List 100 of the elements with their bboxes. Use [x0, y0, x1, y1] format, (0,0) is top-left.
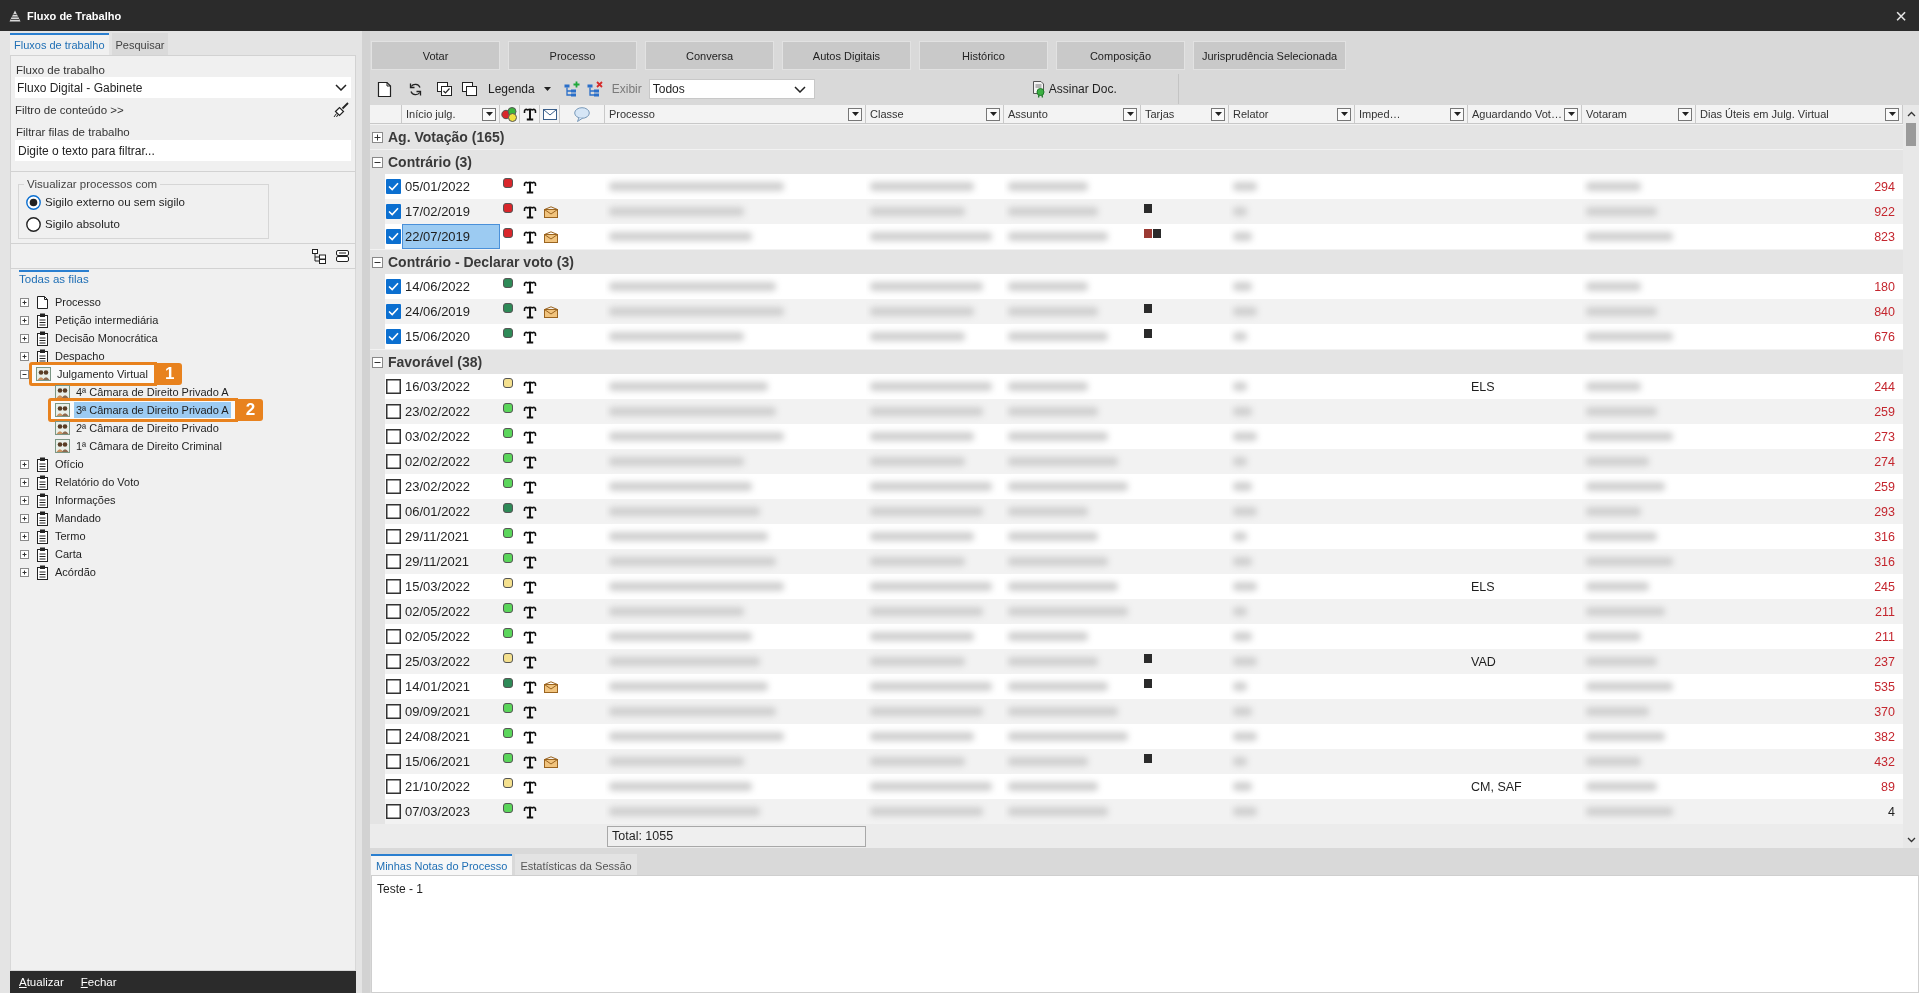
- tree-item[interactable]: 1ª Câmara de Direito Criminal: [74, 438, 224, 454]
- table-cell[interactable]: 17/02/2019: [402, 199, 500, 224]
- close-button[interactable]: ×: [1891, 5, 1911, 26]
- plus-box-icon[interactable]: [20, 459, 29, 469]
- checkbox[interactable]: [386, 754, 401, 769]
- checkbox[interactable]: [386, 404, 401, 419]
- notes-tab[interactable]: Estatísticas da Sessão: [515, 854, 637, 875]
- checkbox[interactable]: [386, 179, 401, 194]
- radio-button[interactable]: [26, 216, 41, 232]
- table-cell[interactable]: 14/01/2021: [402, 674, 500, 699]
- table-cell[interactable]: 02/02/2022: [402, 449, 500, 474]
- scrollbar[interactable]: [1903, 105, 1919, 848]
- plus-box-icon[interactable]: [20, 315, 29, 325]
- tree-item[interactable]: Relatório do Voto: [53, 474, 142, 490]
- tree-item[interactable]: Carta: [53, 546, 84, 562]
- table-row[interactable]: 23/02/2022 259: [370, 399, 1903, 424]
- column-header[interactable]: Assunto: [1008, 108, 1123, 120]
- tree-item[interactable]: Mandado: [53, 510, 103, 526]
- checkbox[interactable]: [386, 554, 401, 569]
- checkbox[interactable]: [386, 654, 401, 669]
- table-cell[interactable]: 02/05/2022: [402, 599, 500, 624]
- table-row[interactable]: 02/02/2022 274: [370, 449, 1903, 474]
- table-cell[interactable]: 06/01/2022: [402, 499, 500, 524]
- table-cell[interactable]: 25/03/2022: [402, 649, 500, 674]
- tree-item[interactable]: 2ª Câmara de Direito Privado: [74, 420, 221, 436]
- tree-item[interactable]: Petição intermediária: [53, 312, 161, 328]
- table-cell[interactable]: 24/08/2021: [402, 724, 500, 749]
- checkbox[interactable]: [386, 479, 401, 494]
- filter-button[interactable]: [1123, 107, 1137, 121]
- tree-remove-icon[interactable]: [586, 81, 603, 97]
- checkbox[interactable]: [386, 729, 401, 744]
- column-header[interactable]: Início julg.: [406, 108, 482, 120]
- table-cell[interactable]: 15/03/2022: [402, 574, 500, 599]
- tree-item[interactable]: Ofício: [53, 456, 86, 472]
- checkbox[interactable]: [386, 279, 401, 294]
- action-button[interactable]: Votar: [371, 41, 500, 70]
- view-dropdown[interactable]: Todos: [648, 79, 815, 99]
- table-cell[interactable]: 02/05/2022: [402, 624, 500, 649]
- filter-button[interactable]: [1885, 107, 1899, 121]
- group-header-row[interactable]: Favorável (38): [370, 349, 1903, 374]
- scroll-thumb[interactable]: [1906, 123, 1916, 146]
- table-cell[interactable]: 29/11/2021: [402, 549, 500, 574]
- table-row[interactable]: 29/11/2021 316: [370, 549, 1903, 574]
- table-cell[interactable]: 14/06/2022: [402, 274, 500, 299]
- filter-input[interactable]: Digite o texto para filtrar...: [15, 140, 351, 161]
- table-row[interactable]: 09/09/2021 370: [370, 699, 1903, 724]
- brush-icon[interactable]: [333, 102, 349, 118]
- minus-box-icon[interactable]: [372, 356, 383, 368]
- column-header[interactable]: Relator: [1233, 108, 1337, 120]
- tree-item[interactable]: 3ª Câmara de Direito Privado A: [74, 402, 231, 418]
- checkbox[interactable]: [386, 529, 401, 544]
- filter-button[interactable]: [1678, 107, 1692, 121]
- checkbox[interactable]: [386, 679, 401, 694]
- checkbox[interactable]: [386, 779, 401, 794]
- footer-button[interactable]: Atualizar: [15, 976, 68, 988]
- plus-box-icon[interactable]: [20, 333, 29, 343]
- checklist-icon[interactable]: [437, 82, 452, 96]
- action-button[interactable]: Histórico: [919, 41, 1048, 70]
- table-cell[interactable]: 23/02/2022: [402, 474, 500, 499]
- panel-tab[interactable]: Fluxos de trabalho: [10, 33, 109, 55]
- minus-box-icon[interactable]: [372, 256, 383, 268]
- action-button[interactable]: Processo: [508, 41, 637, 70]
- legend-button[interactable]: Legenda: [488, 82, 551, 96]
- checkbox[interactable]: [386, 454, 401, 469]
- group-header-row[interactable]: Ag. Votação (165): [370, 124, 1903, 149]
- filter-button[interactable]: [1337, 107, 1351, 121]
- plus-box-icon[interactable]: [20, 495, 29, 505]
- table-cell[interactable]: 29/11/2021: [402, 524, 500, 549]
- tree-item[interactable]: 4ª Câmara de Direito Privado A: [74, 384, 231, 400]
- filter-button[interactable]: [1211, 107, 1225, 121]
- notes-tab[interactable]: Minhas Notas do Processo: [371, 854, 513, 875]
- column-header[interactable]: Imped…: [1359, 108, 1450, 120]
- table-cell[interactable]: 21/10/2022: [402, 774, 500, 799]
- plus-box-icon[interactable]: [20, 351, 29, 361]
- content-filter-link[interactable]: Filtro de conteúdo >>: [15, 104, 124, 116]
- action-button[interactable]: Composição: [1056, 41, 1185, 70]
- plus-box-icon[interactable]: [20, 297, 29, 307]
- column-header[interactable]: Votaram: [1586, 108, 1678, 120]
- collapse-all-icon[interactable]: [335, 249, 350, 263]
- filter-button[interactable]: [986, 107, 1000, 121]
- checkbox[interactable]: [386, 204, 401, 219]
- action-button[interactable]: Autos Digitais: [782, 41, 911, 70]
- checkbox[interactable]: [386, 804, 401, 819]
- checkbox[interactable]: [386, 379, 401, 394]
- table-cell[interactable]: 16/03/2022: [402, 374, 500, 399]
- tree-item[interactable]: Despacho: [53, 348, 107, 364]
- tree-add-icon[interactable]: [563, 81, 580, 97]
- column-header[interactable]: Tarjas: [1145, 108, 1211, 120]
- filter-button[interactable]: [482, 107, 496, 121]
- column-header[interactable]: Processo: [609, 108, 848, 120]
- table-cell[interactable]: 07/03/2023: [402, 799, 500, 824]
- plus-box-icon[interactable]: [372, 131, 383, 143]
- sign-button[interactable]: Assinar Doc.: [1030, 80, 1117, 98]
- table-row[interactable]: 25/03/2022 VAD 237: [370, 649, 1903, 674]
- tree-item[interactable]: Acórdão: [53, 564, 98, 580]
- checkbox[interactable]: [386, 329, 401, 344]
- table-cell[interactable]: 03/02/2022: [402, 424, 500, 449]
- table-row[interactable]: 07/03/2023 4: [370, 799, 1903, 824]
- table-cell[interactable]: 09/09/2021: [402, 699, 500, 724]
- radio-label[interactable]: Sigilo externo ou sem sigilo: [45, 196, 185, 208]
